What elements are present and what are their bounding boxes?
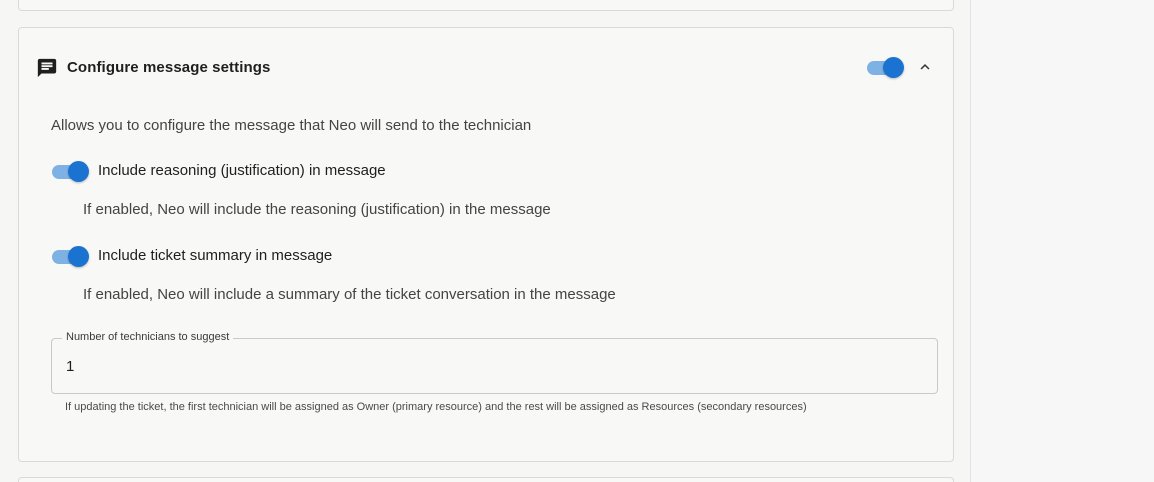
technicians-count-input[interactable]: [66, 358, 916, 375]
message-icon: [36, 57, 58, 79]
previous-settings-card: [18, 0, 954, 11]
technicians-count-field[interactable]: Number of technicians to suggest: [51, 331, 938, 394]
next-settings-card: [18, 477, 954, 482]
include-summary-toggle[interactable]: [52, 245, 90, 267]
include-reasoning-label: Include reasoning (justification) in mes…: [98, 162, 386, 179]
card-title: Configure message settings: [67, 59, 271, 76]
toggle-thumb: [68, 161, 89, 182]
technicians-count-helper: If updating the ticket, the first techni…: [65, 401, 807, 413]
include-reasoning-help: If enabled, Neo will include the reasoni…: [83, 201, 551, 218]
right-panel: [971, 0, 1154, 482]
main-column: Configure message settings Allows you to…: [0, 0, 971, 482]
chevron-up-icon[interactable]: [916, 58, 934, 76]
section-enable-toggle[interactable]: [867, 56, 905, 78]
section-description: Allows you to configure the message that…: [51, 117, 532, 134]
include-summary-help: If enabled, Neo will include a summary o…: [83, 286, 616, 303]
toggle-thumb: [883, 57, 904, 78]
include-summary-label: Include ticket summary in message: [98, 247, 333, 264]
include-reasoning-toggle[interactable]: [52, 160, 90, 182]
toggle-thumb: [68, 246, 89, 267]
message-settings-card: Configure message settings Allows you to…: [18, 27, 954, 462]
technicians-count-label: Number of technicians to suggest: [62, 331, 234, 343]
card-header[interactable]: Configure message settings: [19, 28, 953, 106]
